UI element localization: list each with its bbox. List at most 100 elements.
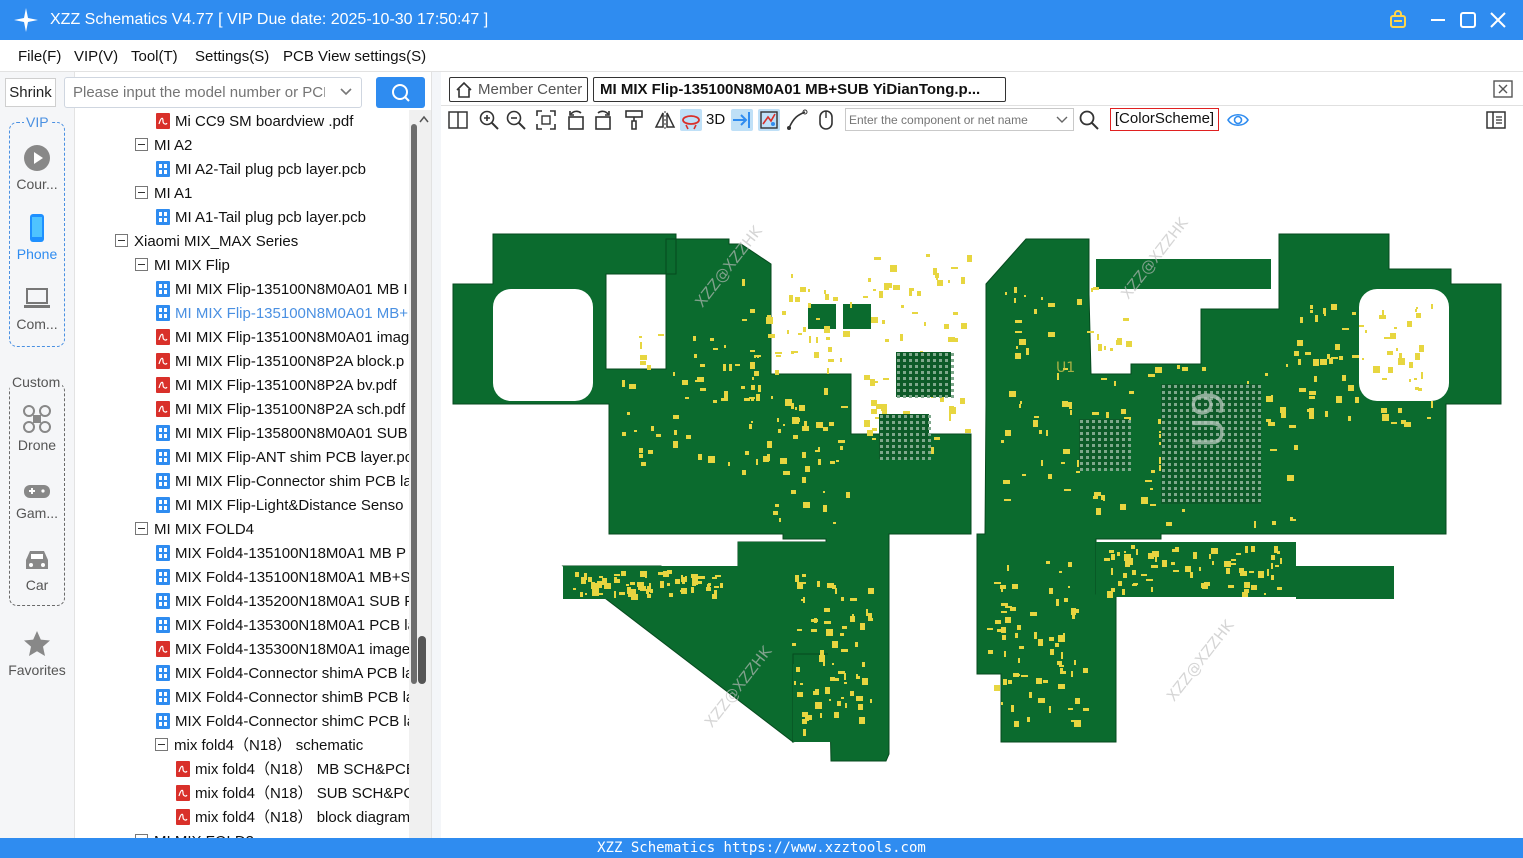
zoom-in-icon[interactable] [478, 109, 500, 131]
chevron-down-icon[interactable] [1056, 114, 1068, 126]
tree-file[interactable]: MIX Fold4-135100N18M0A1 MB P [156, 542, 406, 566]
bga-ball [1080, 468, 1083, 471]
pcb-pad [803, 502, 810, 508]
pcb-pad [627, 412, 630, 415]
tree-folder[interactable]: MI MIX FOLD4 [135, 518, 254, 542]
pcb-pad [1281, 413, 1286, 418]
tree-file[interactable]: MIX Fold4-135300N18M0A1 PCB la [156, 614, 409, 638]
rail-item-phone[interactable]: Phone [0, 213, 74, 262]
pcb-pad [799, 405, 805, 411]
rail-item-favorites[interactable]: Favorites [0, 629, 74, 678]
scroll-up-icon[interactable] [418, 114, 430, 124]
menu-vip[interactable]: VIP(V) [74, 48, 118, 65]
tree-file[interactable]: MI MIX Flip-Connector shim PCB la [156, 470, 409, 494]
bga-ball [1180, 415, 1183, 418]
bga-ball [880, 457, 883, 460]
tree-file[interactable]: MIX Fold4-Connector shimA PCB la [156, 662, 409, 686]
tab-active-file[interactable]: MI MIX Flip-135100N8M0A01 MB+SUB YiDianT… [593, 77, 1006, 102]
tree-folder[interactable]: MI MIX FOLD3 [135, 830, 254, 838]
tree-scroll-thumb-secondary[interactable] [418, 636, 426, 684]
tree-scroll-thumb[interactable] [411, 124, 417, 684]
tree-file[interactable]: mix fold4（N18） block diagram [176, 806, 409, 830]
tree-row-label: MI MIX Flip-135100N8P2A sch.pdf [175, 401, 406, 418]
minimize-icon[interactable] [1426, 8, 1450, 32]
rail-item-courses[interactable]: Cour... [0, 143, 74, 192]
pcb-board-view[interactable]: U9 U1 XZZ@XZZHK XZZ@XZZHK XZZ@XZZHK XZZ@… [441, 134, 1523, 838]
eye-icon[interactable] [1227, 109, 1249, 131]
bga-ball [909, 377, 912, 380]
rail-item-computer[interactable]: Com... [0, 285, 74, 332]
tree-file[interactable]: MI MIX Flip-135100N8M0A01 MB+ [156, 302, 408, 326]
flip-board-icon[interactable] [680, 109, 702, 131]
net-highlight-icon[interactable] [758, 109, 780, 131]
bga-ball [927, 383, 930, 386]
rotate-left-icon[interactable] [565, 109, 587, 131]
file-tree: Mi CC9 SM boardview .pdf MI A2 MI A2-Tail … [76, 110, 409, 838]
vip-bag-icon[interactable] [1386, 8, 1410, 32]
tree-file[interactable]: MIX Fold4-135300N18M0A1 image [156, 638, 409, 662]
pcb-file-icon [156, 568, 170, 585]
menu-tool[interactable]: Tool(T) [131, 48, 178, 65]
tree-folder[interactable]: Xiaomi MIX_MAX Series [115, 230, 298, 254]
mirror-icon[interactable] [654, 109, 676, 131]
close-icon[interactable] [1486, 8, 1510, 32]
search-icon[interactable] [1078, 109, 1100, 131]
bga-ball [1162, 487, 1165, 490]
tree-file[interactable]: MI MIX Flip-135100N8P2A block.p [156, 350, 404, 374]
fit-screen-icon[interactable] [535, 109, 557, 131]
panel-splitter[interactable] [431, 72, 441, 838]
tree-file[interactable]: MI MIX Flip-Light&Distance Senso [156, 494, 403, 518]
rail-item-drone[interactable]: Drone [0, 404, 74, 453]
tree-file[interactable]: MI MIX Flip-135100N8P2A sch.pdf [156, 398, 405, 422]
shrink-button[interactable]: Shrink [5, 78, 56, 107]
pcb-pad [882, 320, 885, 324]
tree-file[interactable]: MI MIX Flip-135100N8M0A01 MB I [156, 278, 408, 302]
rail-item-label: Com... [16, 316, 58, 332]
split-view-icon[interactable] [447, 109, 469, 131]
bga-ball [933, 389, 936, 392]
close-tab-icon[interactable] [1493, 80, 1513, 98]
brush-icon[interactable] [623, 109, 645, 131]
tree-file[interactable]: MI MIX Flip-135800N8M0A01 SUB [156, 422, 408, 446]
bga-ball [1162, 451, 1165, 454]
tree-folder[interactable]: MI A1 [135, 182, 192, 206]
three-d-toggle[interactable]: 3D [706, 109, 730, 131]
tree-file[interactable]: MI A2-Tail plug pcb layer.pcb [156, 158, 366, 182]
menu-file[interactable]: File(F) [18, 48, 61, 65]
menu-pcb-view-settings[interactable]: PCB View settings(S) [283, 48, 426, 65]
pcb-pad [1309, 396, 1315, 399]
tree-file[interactable]: MI MIX Flip-135100N8M0A01 imag [156, 326, 409, 350]
rail-item-car[interactable]: Car [0, 546, 74, 593]
tree-file[interactable]: MIX Fold4-135100N18M0A1 MB+S [156, 566, 409, 590]
tree-file[interactable]: Mi CC9 SM boardview .pdf [156, 110, 353, 134]
pcb-pad [1075, 698, 1080, 704]
side-panel-icon[interactable] [1485, 109, 1507, 131]
rail-item-game[interactable]: Gam... [0, 480, 74, 521]
pin-arrow-icon[interactable] [731, 109, 753, 131]
component-search-input[interactable] [846, 109, 1051, 130]
mouse-icon[interactable] [815, 109, 837, 131]
zoom-out-icon[interactable] [505, 109, 527, 131]
tree-file[interactable]: MIX Fold4-135200N18M0A1 SUB P [156, 590, 409, 614]
rotate-right-icon[interactable] [592, 109, 614, 131]
tree-file[interactable]: MIX Fold4-Connector shimC PCB la [156, 710, 409, 734]
tree-file[interactable]: mix fold4（N18） MB SCH&PCB [176, 758, 409, 782]
tree-file[interactable]: MIX Fold4-Connector shimB PCB la [156, 686, 409, 710]
tree-file[interactable]: MI MIX Flip-ANT shim PCB layer.pc [156, 446, 409, 470]
tree-file[interactable]: MI A1-Tail plug pcb layer.pcb [156, 206, 366, 230]
chevron-down-icon[interactable] [339, 85, 353, 99]
tree-folder[interactable]: mix fold4（N18） schematic [155, 734, 363, 758]
tree-folder[interactable]: MI MIX Flip [135, 254, 230, 278]
pcb-pad [1122, 589, 1125, 595]
tab-member-center[interactable]: Member Center [449, 77, 588, 102]
pcb-canvas[interactable]: U9 U1 XZZ@XZZHK XZZ@XZZHK XZZ@XZZHK XZZ@… [441, 134, 1523, 838]
trace-tool-icon[interactable] [786, 109, 808, 131]
tree-file[interactable]: mix fold4（N18） SUB SCH&PCB [176, 782, 409, 806]
tree-file[interactable]: MI MIX Flip-135100N8P2A bv.pdf [156, 374, 397, 398]
search-button[interactable] [376, 77, 425, 108]
model-search-input[interactable] [65, 78, 325, 107]
tree-folder[interactable]: MI A2 [135, 134, 192, 158]
color-scheme-button[interactable]: [ColorScheme] [1110, 108, 1219, 131]
maximize-icon[interactable] [1456, 8, 1480, 32]
menu-settings[interactable]: Settings(S) [195, 48, 269, 65]
